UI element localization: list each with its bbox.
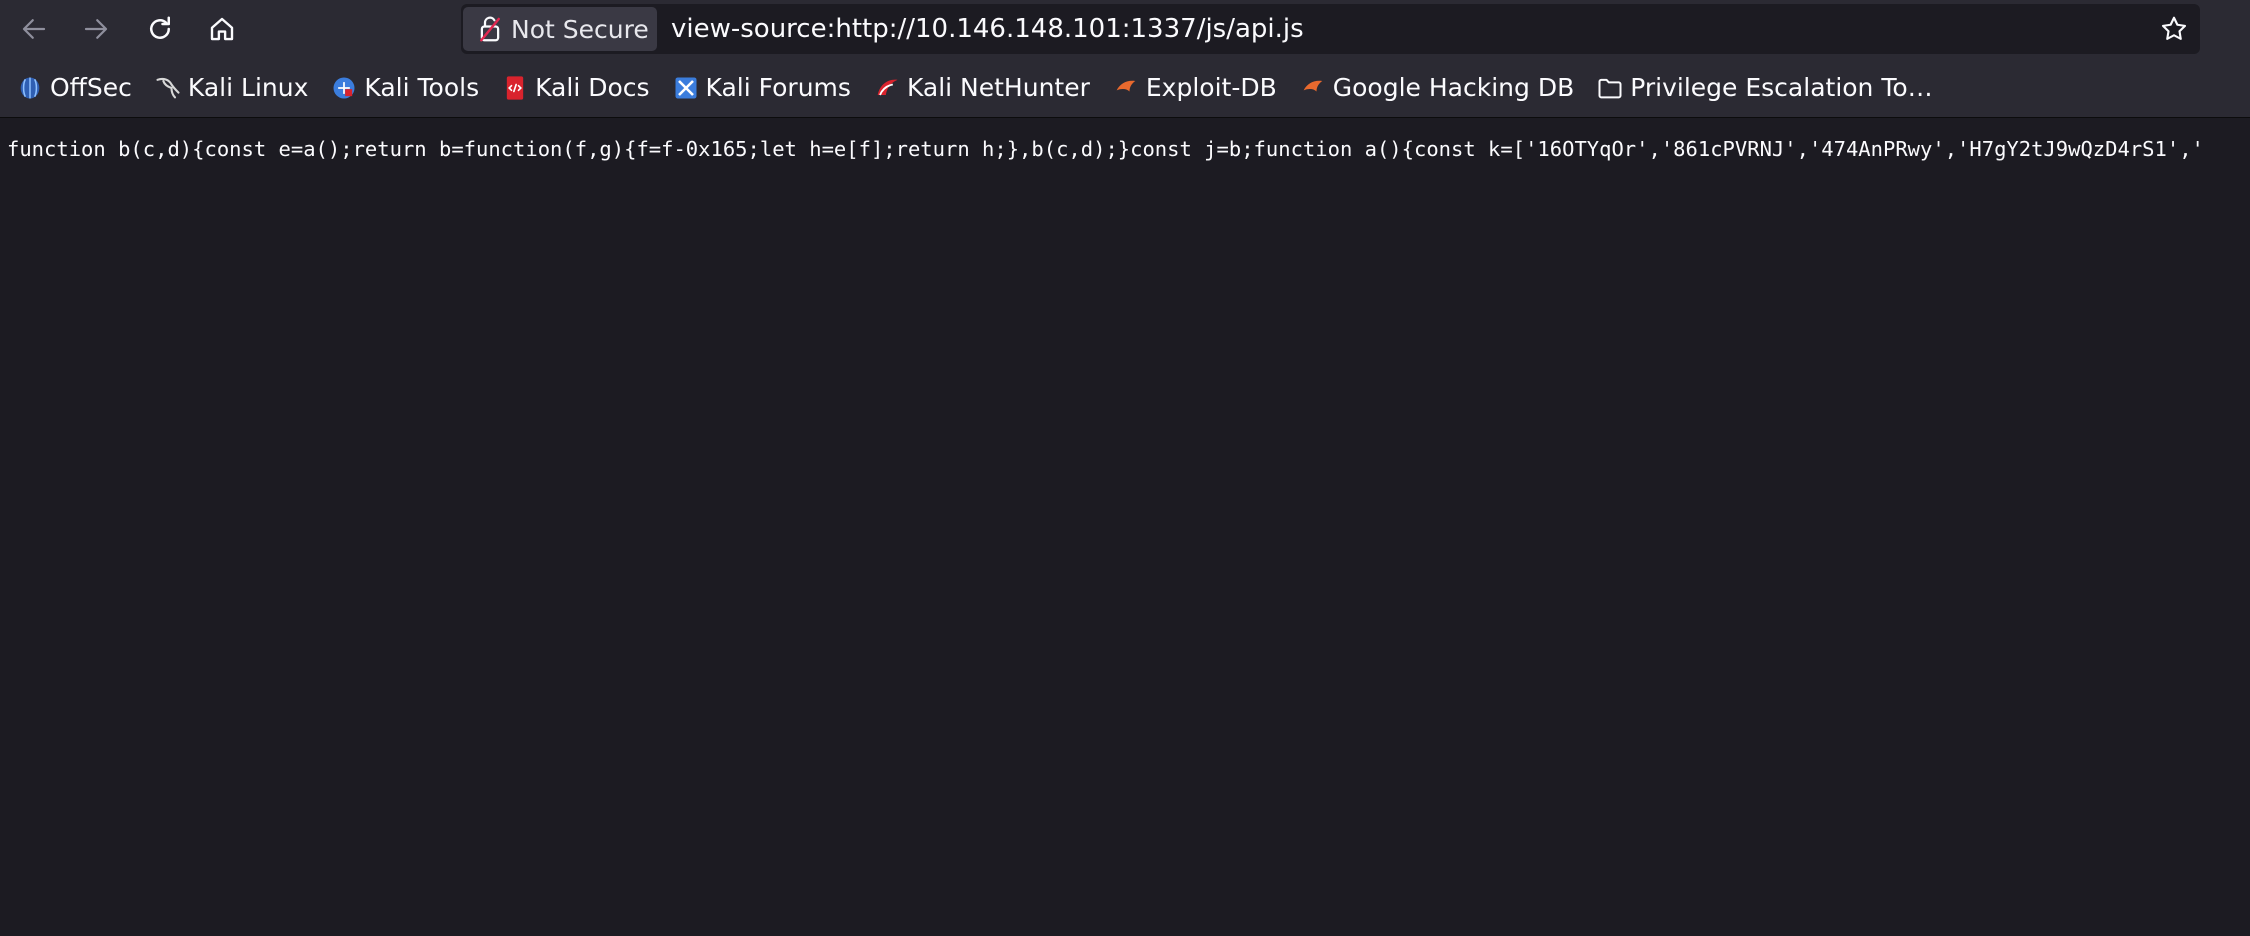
offsec-icon (20, 77, 40, 98)
kali-dragon-icon (156, 77, 180, 98)
view-source-content: function b(c,d){const e=a();return b=fun… (0, 119, 2250, 936)
bookmark-star-button[interactable] (2156, 11, 2192, 47)
bookmark-label: Kali Linux (187, 73, 309, 102)
bookmark-kali-linux[interactable]: Kali Linux (148, 66, 314, 110)
bookmark-label: OffSec (50, 73, 132, 102)
bookmark-kali-forums[interactable]: Kali Forums (666, 66, 857, 110)
bookmark-folder-privilege-escalation[interactable]: Privilege Escalation To… (1590, 66, 1938, 110)
kali-forums-icon (675, 77, 697, 98)
url-text[interactable]: view-source:http://10.146.148.101:1337/j… (671, 4, 1304, 54)
reload-button[interactable] (138, 7, 182, 51)
bookmark-label: Google Hacking DB (1332, 73, 1575, 102)
arrow-left-icon (22, 19, 46, 39)
home-icon (210, 17, 234, 41)
bookmark-label: Kali NetHunter (906, 73, 1090, 102)
bookmark-kali-docs[interactable]: Kali Docs (495, 66, 655, 110)
folder-icon (1598, 78, 1622, 98)
home-button[interactable] (200, 7, 244, 51)
bookmark-label: Privilege Escalation To… (1630, 73, 1933, 102)
bookmark-label: Kali Docs (535, 73, 650, 102)
browser-toolbar: Not Secure view-source:http://10.146.148… (0, 0, 2250, 58)
not-secure-label: Not Secure (511, 14, 649, 44)
kali-docs-icon (506, 75, 524, 100)
arrow-right-icon (84, 19, 108, 39)
star-icon (2161, 16, 2187, 40)
bookmark-kali-tools[interactable]: Kali Tools (324, 66, 485, 110)
bookmarks-toolbar: OffSec Kali Linux Kali Tools Kali Docs K… (0, 58, 2250, 118)
bookmark-label: Kali Forums (705, 73, 851, 102)
source-code-line[interactable]: function b(c,d){const e=a();return b=fun… (7, 134, 2204, 164)
forward-button[interactable] (74, 7, 118, 51)
site-identity-button[interactable]: Not Secure (463, 7, 657, 51)
bookmark-label: Exploit-DB (1145, 73, 1277, 102)
kali-tools-icon (333, 77, 355, 98)
url-bar[interactable]: Not Secure view-source:http://10.146.148… (461, 4, 2200, 54)
back-button[interactable] (12, 7, 56, 51)
bookmark-google-hacking-db[interactable]: Google Hacking DB (1293, 66, 1580, 110)
bookmark-offsec[interactable]: OffSec (10, 66, 138, 110)
reload-icon (150, 16, 170, 39)
bookmark-exploit-db[interactable]: Exploit-DB (1106, 66, 1283, 110)
kali-nethunter-icon (877, 79, 898, 95)
ghdb-icon (1303, 80, 1323, 91)
bookmark-kali-nethunter[interactable]: Kali NetHunter (867, 66, 1096, 110)
broken-lock-icon (480, 16, 500, 42)
exploit-db-icon (1116, 80, 1136, 91)
bookmark-label: Kali Tools (364, 73, 480, 102)
